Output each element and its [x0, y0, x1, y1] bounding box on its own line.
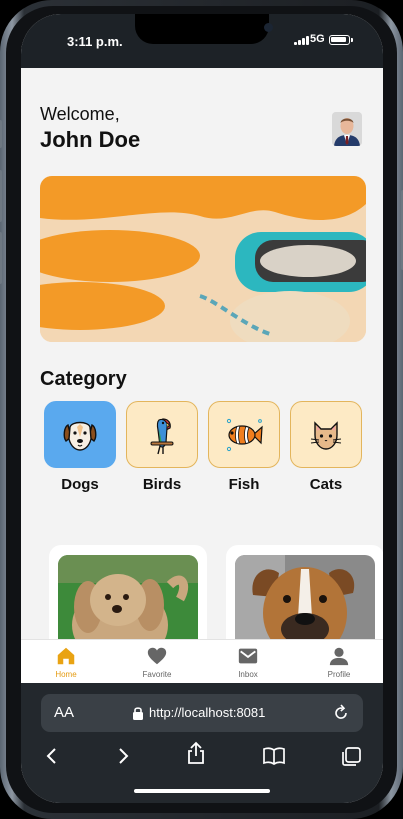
- bottom-tab-bar: Home Favorite Inbox Profile: [21, 639, 383, 683]
- tab-label: Inbox: [238, 670, 258, 679]
- category-label: Fish: [228, 476, 260, 493]
- home-indicator[interactable]: [134, 789, 270, 793]
- forward-icon[interactable]: [114, 746, 132, 766]
- tab-label: Profile: [327, 670, 351, 679]
- parrot-icon: [150, 417, 174, 454]
- greeting: Welcome,: [40, 104, 120, 124]
- tab-inbox[interactable]: Inbox: [213, 644, 283, 679]
- tab-home[interactable]: Home: [31, 644, 101, 679]
- clownfish-icon: [226, 418, 263, 451]
- tab-label: Favorite: [142, 670, 172, 679]
- battery-icon: [329, 35, 353, 45]
- browser-toolbar: AA http://localhost:8081: [21, 683, 383, 803]
- signal-icon: [294, 36, 309, 45]
- category-title: Category: [40, 368, 127, 390]
- network-type: 5G: [310, 33, 325, 45]
- reload-icon[interactable]: [331, 703, 351, 723]
- category-label: Dogs: [61, 476, 99, 493]
- mute-switch: [0, 120, 2, 148]
- phone-screen: 3:11 p.m. 5G Welcome, John Doe Category …: [21, 14, 383, 803]
- category-label: Cats: [309, 476, 343, 493]
- cat-icon: [310, 420, 342, 450]
- person-icon: [329, 647, 349, 666]
- category-tile: [44, 401, 116, 468]
- heart-icon: [147, 647, 167, 665]
- volume-up-button: [0, 170, 2, 222]
- status-bar: 3:11 p.m. 5G: [21, 14, 383, 68]
- category-dogs[interactable]: Dogs: [44, 401, 116, 493]
- category-cats[interactable]: Cats: [290, 401, 362, 493]
- category-tile: [126, 401, 198, 468]
- status-time: 3:11 p.m.: [67, 34, 123, 49]
- category-fish[interactable]: Fish: [208, 401, 280, 493]
- lock-icon: [133, 707, 143, 720]
- text-size-button[interactable]: AA: [54, 704, 74, 721]
- category-label: Birds: [142, 476, 182, 493]
- home-icon: [57, 647, 75, 665]
- back-icon[interactable]: [43, 746, 61, 766]
- url-text: http://localhost:8081: [149, 705, 266, 720]
- phone-frame: 3:11 p.m. 5G Welcome, John Doe Category …: [0, 0, 403, 819]
- mail-icon: [238, 648, 258, 664]
- avatar[interactable]: [332, 112, 362, 146]
- category-tile: [290, 401, 362, 468]
- share-icon[interactable]: [186, 741, 206, 765]
- tab-profile[interactable]: Profile: [304, 644, 374, 679]
- address-bar[interactable]: AA http://localhost:8081: [41, 694, 363, 732]
- promo-banner[interactable]: [40, 176, 366, 342]
- user-name: John Doe: [40, 127, 141, 152]
- notch: [135, 14, 273, 44]
- tabs-icon[interactable]: [340, 746, 362, 768]
- category-birds[interactable]: Birds: [126, 401, 198, 493]
- bookmarks-icon[interactable]: [262, 746, 286, 766]
- front-camera: [264, 23, 273, 32]
- volume-down-button: [0, 232, 2, 284]
- text-size-label: AA: [54, 704, 75, 721]
- dog-icon: [63, 421, 97, 451]
- tab-label: Home: [55, 670, 77, 679]
- tab-favorite[interactable]: Favorite: [122, 644, 192, 679]
- category-tile: [208, 401, 280, 468]
